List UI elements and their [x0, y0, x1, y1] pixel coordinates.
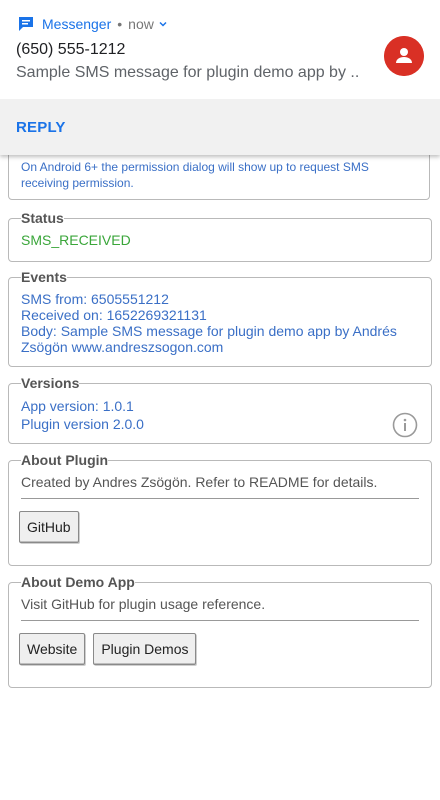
about-demo-legend: About Demo App	[21, 574, 135, 590]
notification-header: Messenger • now	[17, 14, 169, 34]
status-group: Status SMS_RECEIVED	[8, 210, 432, 262]
notification-sender: (650) 555-1212	[16, 41, 126, 58]
about-plugin-description: Created by Andres Zsögön. Refer to READM…	[21, 474, 419, 499]
github-button[interactable]: GitHub	[19, 511, 79, 543]
permission-note: On Android 6+ the permission dialog will…	[21, 160, 369, 190]
event-body: Body: Sample SMS message for plugin demo…	[21, 323, 397, 355]
notification-message-text: Sample SMS message for plugin demo app b…	[16, 64, 360, 81]
avatar	[384, 36, 424, 76]
notification-message: Sample SMS message for plugin demo app b…	[16, 64, 361, 82]
messenger-app-icon	[19, 17, 33, 31]
versions-legend: Versions	[21, 375, 80, 391]
chevron-down-icon[interactable]	[157, 18, 169, 30]
about-plugin-group: About Plugin Created by Andres Zsögön. R…	[8, 452, 432, 566]
notification-time: now	[128, 16, 154, 32]
header-separator: •	[117, 16, 123, 32]
event-sms-from: SMS from: 6505551212	[21, 291, 169, 307]
events-legend: Events	[21, 269, 67, 285]
about-plugin-buttons: GitHub	[19, 511, 419, 562]
events-list: SMS from: 6505551212 Received on: 165226…	[21, 291, 419, 355]
event-received-on: Received on: 1652269321131	[21, 307, 207, 323]
versions-list: App version: 1.0.1 Plugin version 2.0.0	[21, 397, 419, 433]
plugin-demos-button[interactable]: Plugin Demos	[93, 633, 197, 665]
app-version: App version: 1.0.1	[21, 398, 134, 414]
plugin-version: Plugin version 2.0.0	[21, 416, 144, 432]
about-plugin-legend: About Plugin	[21, 452, 109, 468]
about-demo-group: About Demo App Visit GitHub for plugin u…	[8, 574, 432, 688]
website-button[interactable]: Website	[19, 633, 86, 665]
notification-app-name: Messenger	[42, 16, 112, 32]
events-group: Events SMS from: 6505551212 Received on:…	[8, 269, 432, 367]
about-demo-description: Visit GitHub for plugin usage reference.	[21, 596, 419, 621]
status-legend: Status	[21, 210, 64, 226]
status-value: SMS_RECEIVED	[21, 232, 131, 248]
notification-body[interactable]: Messenger • now (650) 555-1212 Sample SM…	[0, 0, 440, 99]
sms-notification[interactable]: Messenger • now (650) 555-1212 Sample SM…	[0, 0, 440, 155]
about-demo-buttons: Website Plugin Demos	[19, 633, 419, 684]
reply-button[interactable]: REPLY	[16, 119, 66, 136]
versions-group: Versions App version: 1.0.1 Plugin versi…	[8, 375, 432, 444]
info-icon[interactable]	[392, 412, 418, 438]
